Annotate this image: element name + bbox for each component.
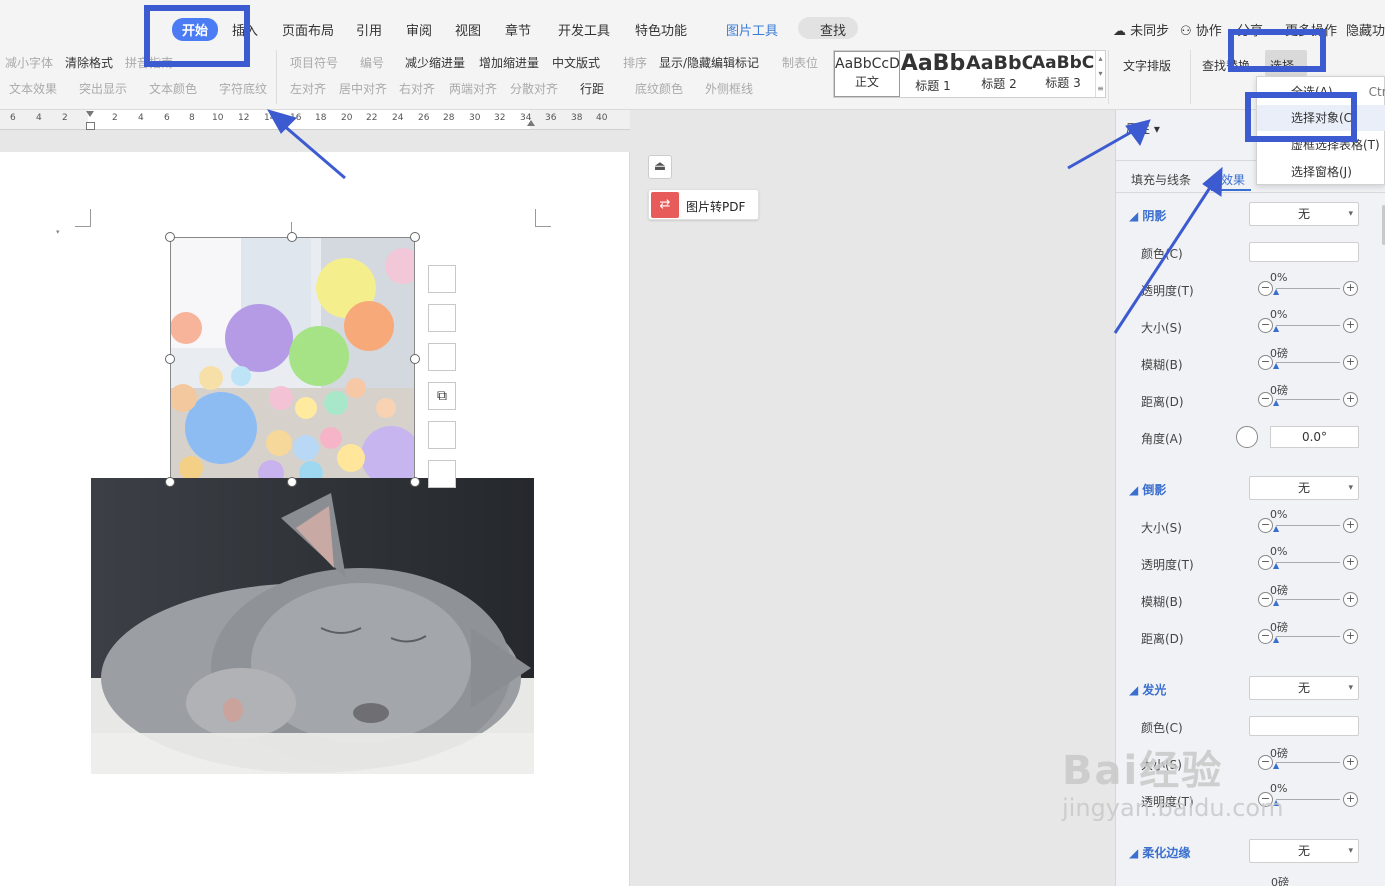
watermark-url: jingyan.baidu.com [1062, 794, 1284, 822]
arrow-to-properties [1067, 128, 1136, 170]
arrow-to-ruler [281, 122, 346, 180]
baidu-jingyan-watermark: Bai经验 jingyan.baidu.com [1062, 738, 1283, 822]
watermark-logo: Bai经验 [1062, 748, 1224, 794]
arrow-to-effects-tab [1113, 182, 1215, 334]
